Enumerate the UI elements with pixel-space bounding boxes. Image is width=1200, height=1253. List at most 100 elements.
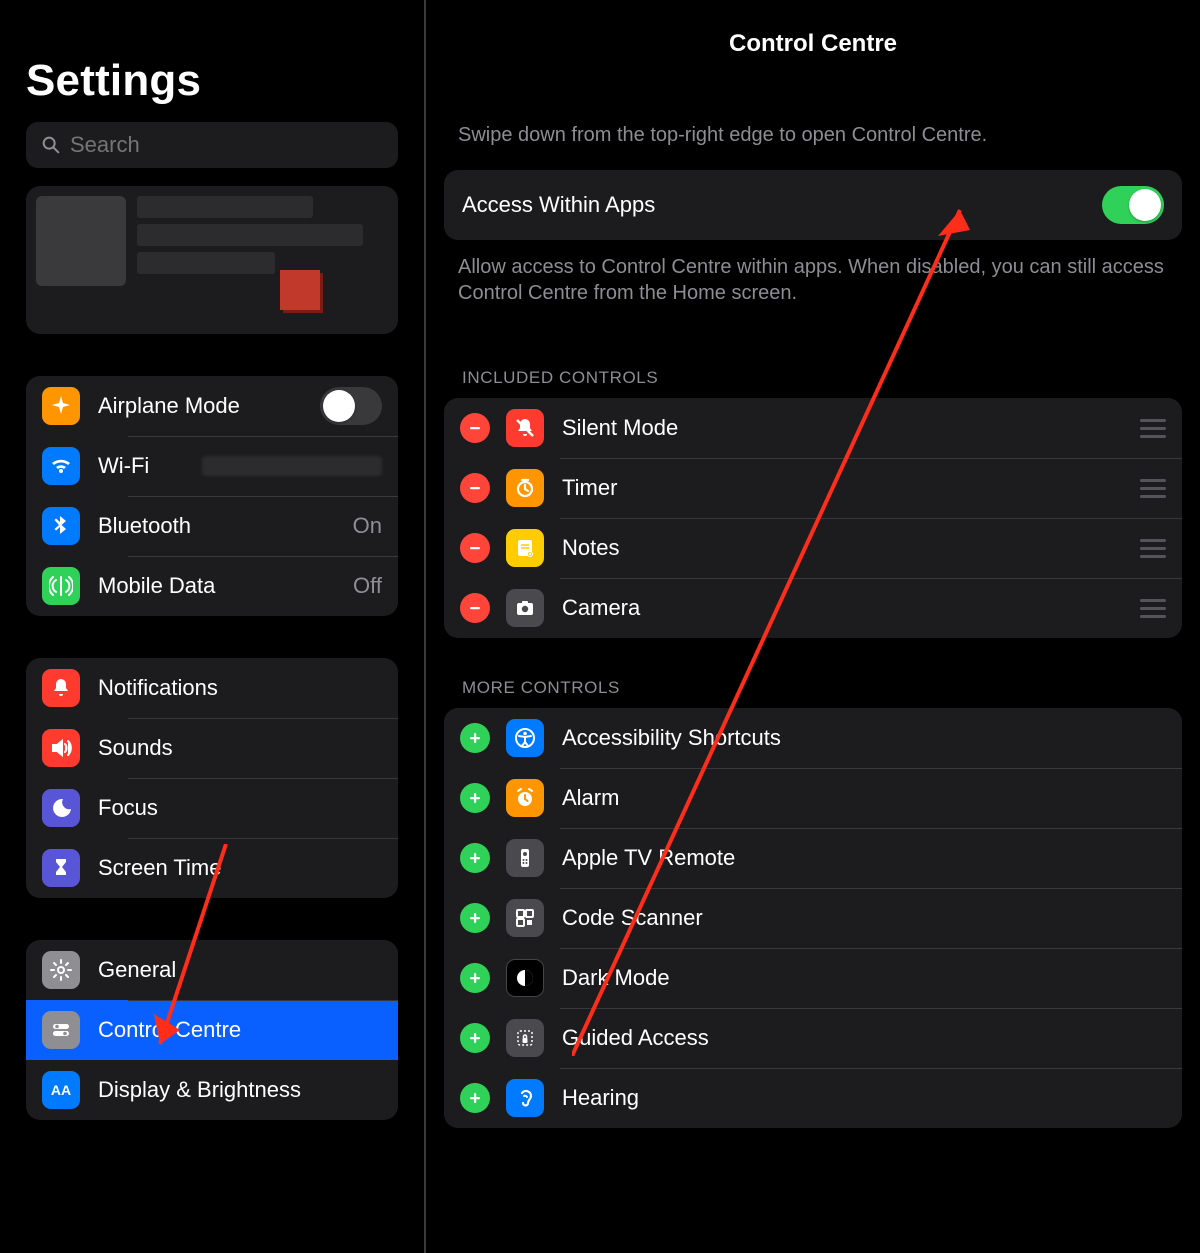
access-toggle[interactable] [1102,186,1164,224]
sidebar-item-notifications[interactable]: Notifications [26,658,398,718]
aa-icon [49,1078,73,1102]
included-controls-list: Silent Mode Timer Notes Camera [444,398,1182,638]
drag-handle[interactable] [1140,479,1166,498]
sidebar-group: Airplane Mode Wi-Fi Bluetooth On Mobile … [26,376,398,616]
sidebar-item-screentime[interactable]: Screen Time [26,838,398,898]
access-description: Allow access to Control Centre within ap… [458,254,1168,306]
bluetooth-label: Bluetooth [98,513,353,539]
accessibility-icon [513,726,537,750]
control-item-appletv[interactable]: Apple TV Remote [444,828,1182,888]
notifications-label: Notifications [98,675,382,701]
sidebar-item-airplane[interactable]: Airplane Mode [26,376,398,436]
remove-button[interactable] [460,413,490,443]
sidebar-item-general[interactable]: General [26,940,398,1000]
display-label: Display & Brightness [98,1077,382,1103]
controlcentre-label: Control Centre [98,1017,382,1043]
speaker-icon [42,729,80,767]
add-button[interactable] [460,1023,490,1053]
drag-handle[interactable] [1140,419,1166,438]
sounds-label: Sounds [98,735,382,761]
lock-icon [506,1019,544,1057]
camera-icon [506,589,544,627]
hearing-label: Hearing [562,1085,1166,1111]
sidebar-item-mobiledata[interactable]: Mobile Data Off [26,556,398,616]
codescanner-label: Code Scanner [562,905,1166,931]
general-label: General [98,957,382,983]
control-item-darkmode[interactable]: Dark Mode [444,948,1182,1008]
remote-icon [506,839,544,877]
bluetooth-icon [42,507,80,545]
wifi-value [202,456,382,476]
page-title: Control Centre [444,0,1182,122]
search-icon [40,134,62,156]
darkmode-icon [506,959,544,997]
sidebar-item-controlcentre[interactable]: Control Centre [26,1000,398,1060]
remove-button[interactable] [460,473,490,503]
profile-card[interactable] [26,186,398,334]
search-field[interactable] [26,122,398,168]
included-header: INCLUDED CONTROLS [462,368,1164,388]
moon-icon [42,789,80,827]
sidebar-item-display[interactable]: Display & Brightness [26,1060,398,1120]
search-input[interactable] [70,132,384,158]
sidebar-item-focus[interactable]: Focus [26,778,398,838]
badge-icon [280,270,320,310]
control-item-codescanner[interactable]: Code Scanner [444,888,1182,948]
focus-label: Focus [98,795,382,821]
remove-button[interactable] [460,593,490,623]
wifi-icon [42,447,80,485]
add-button[interactable] [460,963,490,993]
wifi-icon [49,454,73,478]
wifi-label: Wi-Fi [98,453,202,479]
control-item-guidedaccess[interactable]: Guided Access [444,1008,1182,1068]
timer-icon [506,469,544,507]
sidebar-item-wifi[interactable]: Wi-Fi [26,436,398,496]
bell-slash-icon [506,409,544,447]
add-button[interactable] [460,843,490,873]
add-button[interactable] [460,783,490,813]
qr-icon [506,899,544,937]
sidebar-group: Notifications Sounds Focus Screen Time [26,658,398,898]
hourglass-icon [42,849,80,887]
sidebar-item-sounds[interactable]: Sounds [26,718,398,778]
alarm-icon [513,786,537,810]
notes-icon [513,536,537,560]
timer-label: Timer [562,475,1140,501]
access-within-apps-row[interactable]: Access Within Apps [444,170,1182,240]
control-item-silent[interactable]: Silent Mode [444,398,1182,458]
control-item-camera[interactable]: Camera [444,578,1182,638]
airplane-icon [49,394,73,418]
ear-icon [513,1086,537,1110]
drag-handle[interactable] [1140,599,1166,618]
alarm-icon [506,779,544,817]
control-item-hearing[interactable]: Hearing [444,1068,1182,1128]
gear-icon [49,958,73,982]
access-label: Access Within Apps [462,192,655,218]
timer-icon [513,476,537,500]
switches-icon [49,1018,73,1042]
bluetooth-icon [49,514,73,538]
control-item-accessibility[interactable]: Accessibility Shortcuts [444,708,1182,768]
remove-button[interactable] [460,533,490,563]
control-item-timer[interactable]: Timer [444,458,1182,518]
settings-title: Settings [26,56,398,106]
notes-icon [506,529,544,567]
screentime-label: Screen Time [98,855,382,881]
bell-icon [49,676,73,700]
add-button[interactable] [460,723,490,753]
more-header: MORE CONTROLS [462,678,1164,698]
lock-icon [513,1026,537,1050]
drag-handle[interactable] [1140,539,1166,558]
silent-label: Silent Mode [562,415,1140,441]
control-item-alarm[interactable]: Alarm [444,768,1182,828]
switches-icon [42,1011,80,1049]
airplane-toggle[interactable] [320,387,382,425]
add-button[interactable] [460,1083,490,1113]
airplane-icon [42,387,80,425]
qr-icon [513,906,537,930]
add-button[interactable] [460,903,490,933]
mobiledata-value: Off [353,573,382,599]
sidebar-item-bluetooth[interactable]: Bluetooth On [26,496,398,556]
control-item-notes[interactable]: Notes [444,518,1182,578]
aa-icon [42,1071,80,1109]
